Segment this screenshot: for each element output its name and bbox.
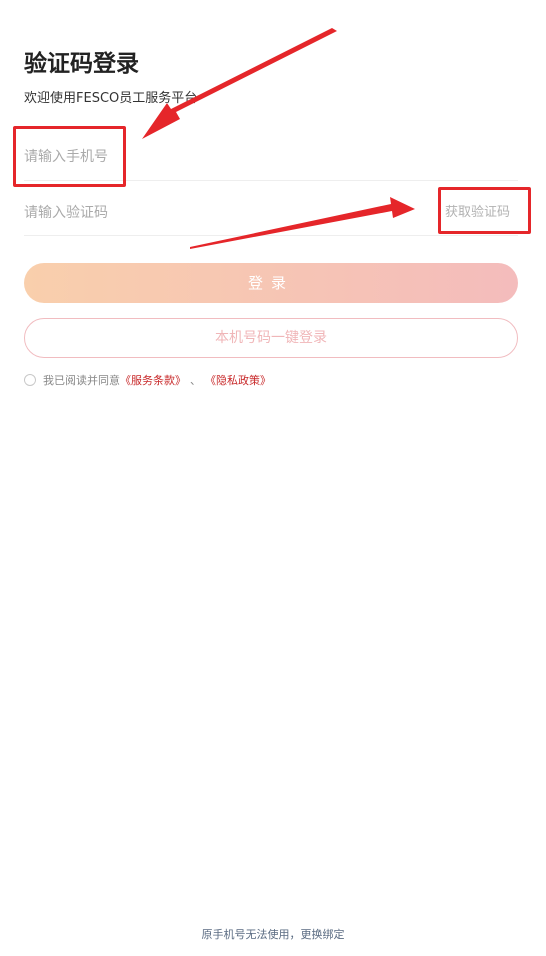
- annotation-arrows: [142, 28, 415, 249]
- annotation-arrow-get-code: [190, 197, 415, 249]
- annotation-arrow-phone: [142, 28, 337, 139]
